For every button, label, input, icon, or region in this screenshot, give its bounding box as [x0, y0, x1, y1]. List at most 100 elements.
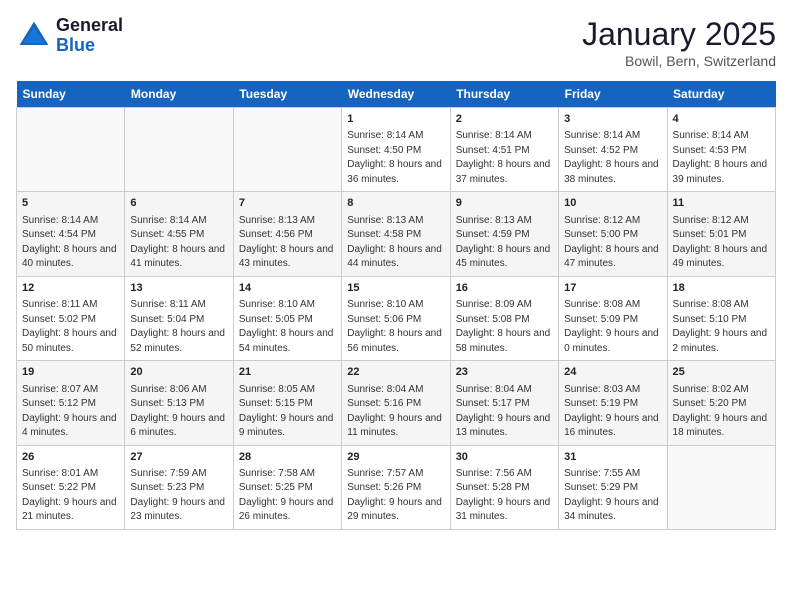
logo-blue-text: Blue: [56, 35, 95, 55]
day-info: Sunrise: 8:12 AM Sunset: 5:00 PM Dayligh…: [564, 214, 661, 272]
location: Bowil, Bern, Switzerland: [582, 53, 776, 69]
calendar-cell: [233, 108, 341, 192]
week-row-3: 19 Sunrise: 8:07 AM Sunset: 5:12 PM Dayli…: [17, 361, 776, 445]
day-number: 31: [564, 450, 661, 465]
week-row-1: 5 Sunrise: 8:14 AM Sunset: 4:54 PM Daylig…: [17, 192, 776, 276]
calendar-cell: 15 Sunrise: 8:10 AM Sunset: 5:06 PM Dayli…: [342, 276, 450, 360]
day-info: Sunrise: 8:13 AM Sunset: 4:56 PM Dayligh…: [239, 214, 336, 272]
day-number: 2: [456, 112, 553, 127]
day-number: 30: [456, 450, 553, 465]
day-info: Sunrise: 8:13 AM Sunset: 4:59 PM Dayligh…: [456, 214, 553, 272]
day-number: 4: [673, 112, 770, 127]
day-number: 6: [130, 196, 227, 211]
calendar-cell: 31 Sunrise: 7:55 AM Sunset: 5:29 PM Dayli…: [559, 445, 667, 529]
day-info: Sunrise: 8:14 AM Sunset: 4:53 PM Dayligh…: [673, 129, 770, 187]
header-day-thursday: Thursday: [450, 81, 558, 108]
logo-general-text: General: [56, 15, 123, 35]
day-info: Sunrise: 8:04 AM Sunset: 5:16 PM Dayligh…: [347, 383, 444, 441]
header-day-sunday: Sunday: [17, 81, 125, 108]
day-info: Sunrise: 7:58 AM Sunset: 5:25 PM Dayligh…: [239, 467, 336, 525]
day-number: 9: [456, 196, 553, 211]
day-number: 5: [22, 196, 119, 211]
day-info: Sunrise: 8:13 AM Sunset: 4:58 PM Dayligh…: [347, 214, 444, 272]
day-info: Sunrise: 8:07 AM Sunset: 5:12 PM Dayligh…: [22, 383, 119, 441]
day-number: 16: [456, 281, 553, 296]
day-info: Sunrise: 8:14 AM Sunset: 4:55 PM Dayligh…: [130, 214, 227, 272]
day-info: Sunrise: 8:10 AM Sunset: 5:05 PM Dayligh…: [239, 298, 336, 356]
day-info: Sunrise: 8:11 AM Sunset: 5:02 PM Dayligh…: [22, 298, 119, 356]
day-info: Sunrise: 8:14 AM Sunset: 4:50 PM Dayligh…: [347, 129, 444, 187]
day-number: 8: [347, 196, 444, 211]
header-day-saturday: Saturday: [667, 81, 775, 108]
day-info: Sunrise: 8:14 AM Sunset: 4:51 PM Dayligh…: [456, 129, 553, 187]
calendar-cell: 29 Sunrise: 7:57 AM Sunset: 5:26 PM Dayli…: [342, 445, 450, 529]
day-info: Sunrise: 7:55 AM Sunset: 5:29 PM Dayligh…: [564, 467, 661, 525]
calendar-body: 1 Sunrise: 8:14 AM Sunset: 4:50 PM Daylig…: [17, 108, 776, 530]
logo-icon: [16, 18, 52, 54]
header-day-wednesday: Wednesday: [342, 81, 450, 108]
header-day-monday: Monday: [125, 81, 233, 108]
day-info: Sunrise: 8:14 AM Sunset: 4:52 PM Dayligh…: [564, 129, 661, 187]
day-info: Sunrise: 8:09 AM Sunset: 5:08 PM Dayligh…: [456, 298, 553, 356]
day-info: Sunrise: 8:01 AM Sunset: 5:22 PM Dayligh…: [22, 467, 119, 525]
day-number: 12: [22, 281, 119, 296]
day-info: Sunrise: 8:10 AM Sunset: 5:06 PM Dayligh…: [347, 298, 444, 356]
calendar-cell: 23Sunrise: 8:04 AM Sunset: 5:17 PM Dayli…: [450, 361, 558, 445]
week-row-0: 1 Sunrise: 8:14 AM Sunset: 4:50 PM Daylig…: [17, 108, 776, 192]
title-block: January 2025 Bowil, Bern, Switzerland: [582, 16, 776, 69]
day-number: 29: [347, 450, 444, 465]
calendar-cell: 26 Sunrise: 8:01 AM Sunset: 5:22 PM Dayli…: [17, 445, 125, 529]
day-number: 20: [130, 365, 227, 380]
day-number: 3: [564, 112, 661, 127]
calendar-header: SundayMondayTuesdayWednesdayThursdayFrid…: [17, 81, 776, 108]
calendar-table: SundayMondayTuesdayWednesdayThursdayFrid…: [16, 81, 776, 530]
day-number: 14: [239, 281, 336, 296]
calendar-cell: 30 Sunrise: 7:56 AM Sunset: 5:28 PM Dayli…: [450, 445, 558, 529]
calendar-cell: 20 Sunrise: 8:06 AM Sunset: 5:13 PM Dayli…: [125, 361, 233, 445]
calendar-cell: 14 Sunrise: 8:10 AM Sunset: 5:05 PM Dayli…: [233, 276, 341, 360]
month-title: January 2025: [582, 16, 776, 53]
day-info: Sunrise: 8:02 AM Sunset: 5:20 PM Dayligh…: [673, 383, 770, 441]
day-number: 22: [347, 365, 444, 380]
day-info: Sunrise: 7:57 AM Sunset: 5:26 PM Dayligh…: [347, 467, 444, 525]
day-info: Sunrise: 8:06 AM Sunset: 5:13 PM Dayligh…: [130, 383, 227, 441]
logo: General Blue: [16, 16, 123, 56]
day-number: 1: [347, 112, 444, 127]
calendar-cell: 16 Sunrise: 8:09 AM Sunset: 5:08 PM Dayli…: [450, 276, 558, 360]
header-day-tuesday: Tuesday: [233, 81, 341, 108]
day-number: 24: [564, 365, 661, 380]
calendar-cell: 1 Sunrise: 8:14 AM Sunset: 4:50 PM Daylig…: [342, 108, 450, 192]
day-number: 13: [130, 281, 227, 296]
calendar-cell: [17, 108, 125, 192]
day-number: 19: [22, 365, 119, 380]
week-row-4: 26 Sunrise: 8:01 AM Sunset: 5:22 PM Dayli…: [17, 445, 776, 529]
day-info: Sunrise: 8:14 AM Sunset: 4:54 PM Dayligh…: [22, 214, 119, 272]
page-header: General Blue January 2025 Bowil, Bern, S…: [16, 16, 776, 69]
calendar-cell: 6 Sunrise: 8:14 AM Sunset: 4:55 PM Daylig…: [125, 192, 233, 276]
calendar-cell: 10Sunrise: 8:12 AM Sunset: 5:00 PM Dayli…: [559, 192, 667, 276]
calendar-cell: 3 Sunrise: 8:14 AM Sunset: 4:52 PM Daylig…: [559, 108, 667, 192]
calendar-cell: 21Sunrise: 8:05 AM Sunset: 5:15 PM Dayli…: [233, 361, 341, 445]
calendar-cell: 17Sunrise: 8:08 AM Sunset: 5:09 PM Dayli…: [559, 276, 667, 360]
day-number: 27: [130, 450, 227, 465]
calendar-cell: 12 Sunrise: 8:11 AM Sunset: 5:02 PM Dayli…: [17, 276, 125, 360]
header-row: SundayMondayTuesdayWednesdayThursdayFrid…: [17, 81, 776, 108]
calendar-cell: 9 Sunrise: 8:13 AM Sunset: 4:59 PM Daylig…: [450, 192, 558, 276]
calendar-cell: 13Sunrise: 8:11 AM Sunset: 5:04 PM Dayli…: [125, 276, 233, 360]
day-info: Sunrise: 8:08 AM Sunset: 5:10 PM Dayligh…: [673, 298, 770, 356]
day-number: 18: [673, 281, 770, 296]
calendar-cell: 4 Sunrise: 8:14 AM Sunset: 4:53 PM Daylig…: [667, 108, 775, 192]
calendar-cell: 11Sunrise: 8:12 AM Sunset: 5:01 PM Dayli…: [667, 192, 775, 276]
day-info: Sunrise: 8:12 AM Sunset: 5:01 PM Dayligh…: [673, 214, 770, 272]
day-info: Sunrise: 7:56 AM Sunset: 5:28 PM Dayligh…: [456, 467, 553, 525]
day-number: 25: [673, 365, 770, 380]
day-number: 15: [347, 281, 444, 296]
week-row-2: 12 Sunrise: 8:11 AM Sunset: 5:02 PM Dayli…: [17, 276, 776, 360]
calendar-cell: 24Sunrise: 8:03 AM Sunset: 5:19 PM Dayli…: [559, 361, 667, 445]
calendar-cell: 25 Sunrise: 8:02 AM Sunset: 5:20 PM Dayli…: [667, 361, 775, 445]
day-number: 17: [564, 281, 661, 296]
day-number: 26: [22, 450, 119, 465]
day-info: Sunrise: 8:05 AM Sunset: 5:15 PM Dayligh…: [239, 383, 336, 441]
calendar-cell: 2 Sunrise: 8:14 AM Sunset: 4:51 PM Daylig…: [450, 108, 558, 192]
calendar-cell: 8 Sunrise: 8:13 AM Sunset: 4:58 PM Daylig…: [342, 192, 450, 276]
